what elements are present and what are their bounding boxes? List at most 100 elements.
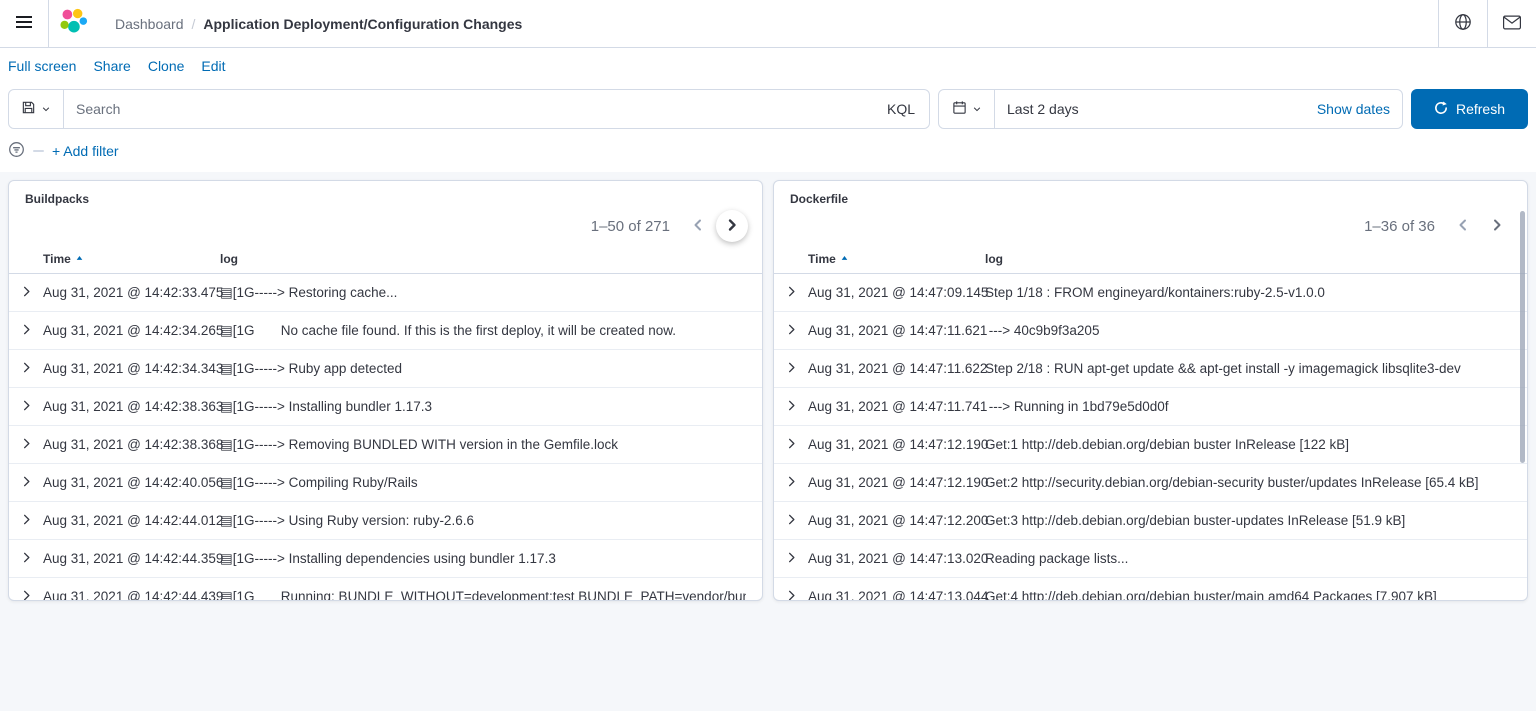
expand-row-button[interactable]: [19, 360, 43, 378]
search-box: KQL: [64, 89, 930, 129]
previous-page-button[interactable]: [682, 210, 714, 242]
pagination-range: 1–36 of 36: [1364, 218, 1435, 235]
log-column-label: log: [220, 252, 238, 266]
globe-button[interactable]: [1439, 0, 1487, 48]
chevron-left-icon: [1455, 217, 1471, 236]
log-cell: ---> Running in 1bd79e5d0d0f: [985, 399, 1511, 414]
previous-page-button[interactable]: [1447, 210, 1479, 242]
expand-row-button[interactable]: [19, 512, 43, 530]
time-cell: Aug 31, 2021 @ 14:42:38.368: [43, 437, 220, 452]
chevron-right-icon: [784, 284, 799, 302]
date-quick-menu-button[interactable]: [939, 90, 995, 128]
table-row: Aug 31, 2021 @ 14:42:44.439 ▤[1G Running…: [9, 578, 762, 601]
log-cell: Get:3 http://deb.debian.org/debian buste…: [985, 513, 1511, 528]
time-cell: Aug 31, 2021 @ 14:47:13.020: [808, 551, 985, 566]
query-language-button[interactable]: KQL: [887, 101, 915, 117]
panel-title[interactable]: Dockerfile: [774, 181, 864, 208]
expand-row-button[interactable]: [19, 474, 43, 492]
column-header-time[interactable]: Time: [808, 252, 985, 266]
dashboard-grid: Buildpacks 1–50 of 271 Time: [0, 172, 1536, 711]
log-cell: ---> 40c9b9f3a205: [985, 323, 1511, 338]
chevron-right-icon: [784, 360, 799, 378]
time-column-label: Time: [43, 252, 71, 266]
expand-row-button[interactable]: [19, 398, 43, 416]
expand-row-button[interactable]: [784, 398, 808, 416]
expand-row-button[interactable]: [19, 322, 43, 340]
time-cell: Aug 31, 2021 @ 14:42:38.363: [43, 399, 220, 414]
expand-row-button[interactable]: [784, 436, 808, 454]
chevron-right-icon: [784, 550, 799, 568]
expand-row-button[interactable]: [19, 284, 43, 302]
show-dates-button[interactable]: Show dates: [1317, 101, 1402, 117]
time-range-value[interactable]: Last 2 days: [995, 101, 1317, 117]
search-group: KQL: [8, 89, 930, 129]
menu-button[interactable]: [0, 0, 48, 48]
chevron-right-icon: [19, 284, 34, 302]
time-cell: Aug 31, 2021 @ 14:42:40.056: [43, 475, 220, 490]
saved-query-menu-button[interactable]: [8, 89, 64, 129]
chevron-left-icon: [690, 217, 706, 236]
time-cell: Aug 31, 2021 @ 14:47:11.621: [808, 323, 985, 338]
time-cell: Aug 31, 2021 @ 14:42:44.012: [43, 513, 220, 528]
chevron-right-icon: [19, 360, 34, 378]
search-input[interactable]: [76, 101, 879, 117]
clone-link[interactable]: Clone: [148, 58, 185, 78]
expand-row-button[interactable]: [784, 512, 808, 530]
chevron-down-icon: [972, 102, 982, 117]
next-page-button[interactable]: [716, 210, 748, 242]
table-row: Aug 31, 2021 @ 14:47:11.741 ---> Running…: [774, 388, 1527, 426]
filter-menu-button[interactable]: [8, 141, 25, 161]
mail-button[interactable]: [1488, 0, 1536, 48]
breadcrumb-dashboard[interactable]: Dashboard: [115, 16, 184, 32]
expand-row-button[interactable]: [784, 474, 808, 492]
table-row: Aug 31, 2021 @ 14:47:12.200 Get:3 http:/…: [774, 502, 1527, 540]
table-row: Aug 31, 2021 @ 14:42:44.359 ▤[1G-----> I…: [9, 540, 762, 578]
time-column-label: Time: [808, 252, 836, 266]
log-cell: Step 1/18 : FROM engineyard/kontainers:r…: [985, 285, 1511, 300]
column-header-time[interactable]: Time: [43, 252, 220, 266]
dashboard-toolbar: Full screen Share Clone Edit: [0, 48, 1536, 78]
edit-link[interactable]: Edit: [201, 58, 225, 78]
refresh-icon: [1434, 101, 1448, 118]
mail-icon: [1503, 15, 1521, 33]
sort-ascending-icon: [840, 252, 849, 266]
log-cell: ▤[1G Running: BUNDLE_WITHOUT=development…: [220, 589, 746, 602]
expand-row-button[interactable]: [784, 588, 808, 602]
expand-row-button[interactable]: [784, 284, 808, 302]
home-logo-button[interactable]: [49, 0, 97, 48]
table-row: Aug 31, 2021 @ 14:42:44.012 ▤[1G-----> U…: [9, 502, 762, 540]
hamburger-icon: [16, 15, 32, 32]
chevron-right-icon: [784, 474, 799, 492]
refresh-button[interactable]: Refresh: [1411, 89, 1528, 129]
add-filter-link[interactable]: + Add filter: [52, 143, 119, 159]
log-cell: ▤[1G-----> Using Ruby version: ruby-2.6.…: [220, 513, 746, 529]
expand-row-button[interactable]: [784, 550, 808, 568]
chevron-right-icon: [19, 322, 34, 340]
pagination-range: 1–50 of 271: [591, 218, 670, 235]
chevron-right-icon: [19, 398, 34, 416]
expand-row-button[interactable]: [19, 436, 43, 454]
full-screen-link[interactable]: Full screen: [8, 58, 76, 78]
panel-title[interactable]: Buildpacks: [9, 181, 105, 208]
save-icon: [21, 100, 36, 118]
vertical-scrollbar[interactable]: [1520, 211, 1525, 463]
expand-row-button[interactable]: [19, 550, 43, 568]
column-header-log[interactable]: log: [985, 252, 1511, 266]
expand-row-button[interactable]: [784, 322, 808, 340]
app-header: Dashboard / Application Deployment/Confi…: [0, 0, 1536, 48]
share-link[interactable]: Share: [93, 58, 130, 78]
expand-row-button[interactable]: [19, 588, 43, 602]
table-row: Aug 31, 2021 @ 14:47:12.190 Get:2 http:/…: [774, 464, 1527, 502]
column-header-log[interactable]: log: [220, 252, 746, 266]
log-cell: ▤[1G-----> Ruby app detected: [220, 361, 746, 377]
chevron-right-icon: [784, 322, 799, 340]
table-header: Time log: [774, 244, 1527, 274]
elastic-logo: [58, 7, 88, 40]
calendar-icon: [952, 100, 967, 118]
table-row: Aug 31, 2021 @ 14:42:38.368 ▤[1G-----> R…: [9, 426, 762, 464]
log-cell: ▤[1G No cache file found. If this is the…: [220, 323, 746, 339]
log-cell: Step 2/18 : RUN apt-get update && apt-ge…: [985, 361, 1511, 376]
next-page-button[interactable]: [1481, 210, 1513, 242]
expand-row-button[interactable]: [784, 360, 808, 378]
table-row: Aug 31, 2021 @ 14:47:11.621 ---> 40c9b9f…: [774, 312, 1527, 350]
